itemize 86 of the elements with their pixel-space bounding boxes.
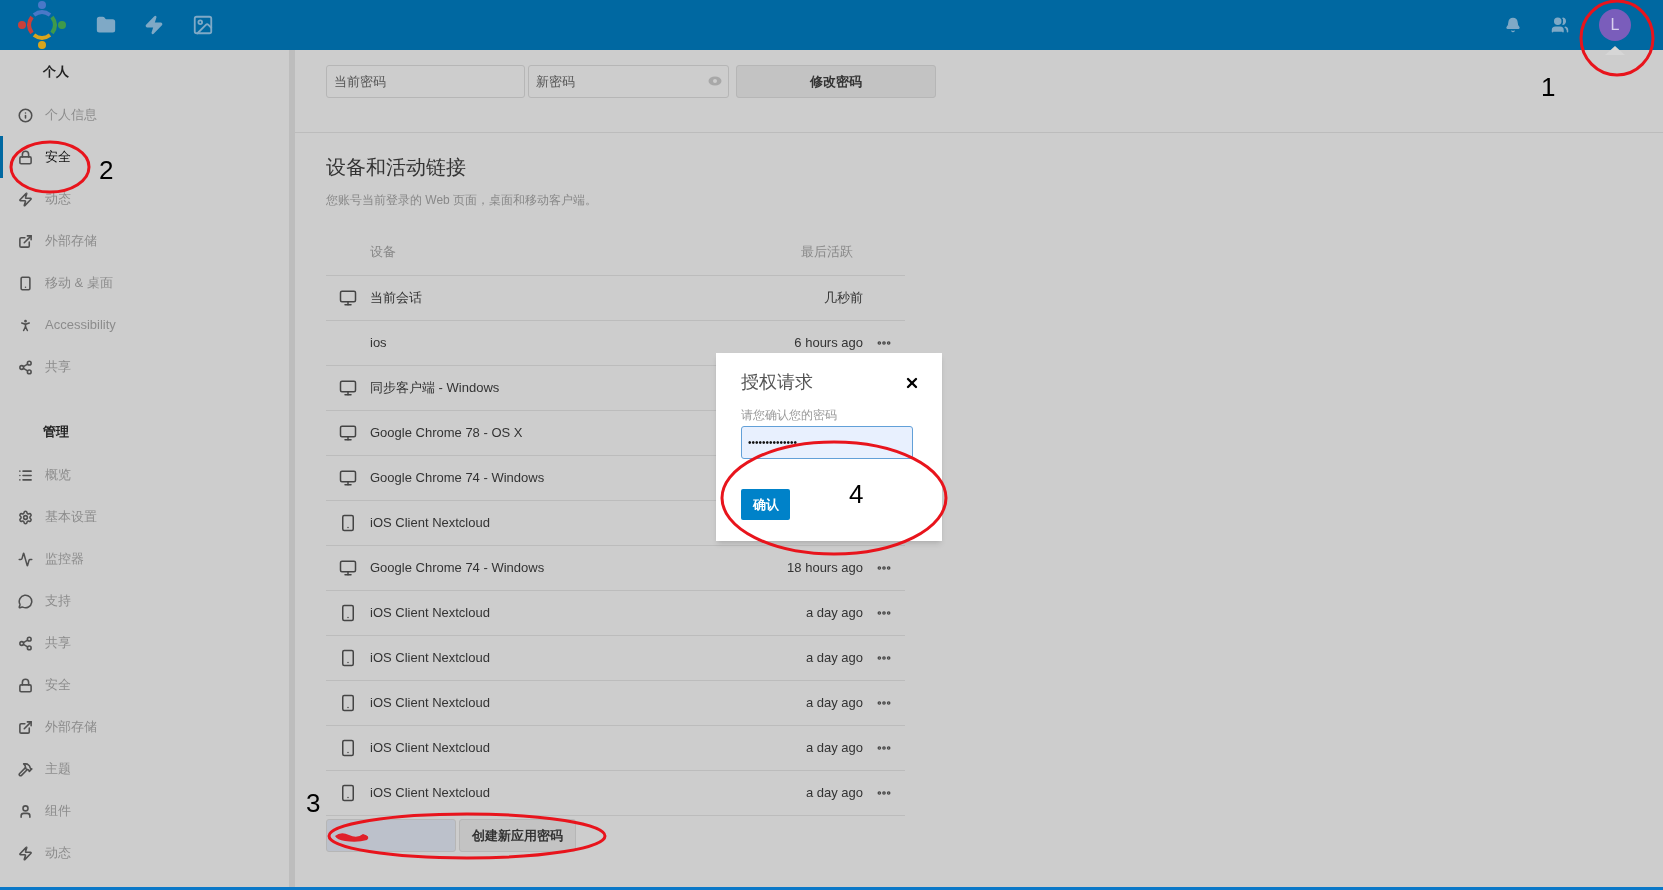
sidebar-item[interactable]: Accessibility	[0, 304, 120, 346]
confirm-button[interactable]: 确认	[741, 489, 790, 520]
column-header: 设备	[370, 243, 396, 262]
lightning-icon	[17, 191, 33, 207]
logo-icon	[18, 1, 66, 49]
annotation-number: 1	[1541, 74, 1556, 100]
phone-icon	[339, 784, 357, 802]
current-password-field[interactable]: 当前密码	[326, 65, 525, 98]
info-icon	[17, 107, 33, 123]
section-description: 您账号当前登录的 Web 页面，桌面和移动客户端。	[326, 192, 599, 209]
pulse-icon	[17, 551, 33, 567]
lock-icon	[17, 677, 33, 693]
dialog-title: 授权请求	[741, 371, 813, 394]
sidebar-item[interactable]: 外部存储	[0, 220, 101, 262]
monitor-icon	[339, 379, 357, 397]
last-active-time: 6 hours ago	[794, 334, 863, 353]
external-link-icon	[17, 719, 33, 735]
phone-icon	[17, 275, 33, 291]
sidebar-item[interactable]: 共享	[0, 346, 75, 388]
sidebar-section-title: 管理	[43, 423, 69, 442]
external-link-icon	[17, 233, 33, 249]
sidebar-item[interactable]: 概览	[0, 454, 75, 496]
monitor-icon	[339, 559, 357, 577]
password-field[interactable]: ••••••••••••••	[741, 426, 913, 459]
change-password-button[interactable]: 修改密码	[736, 65, 936, 98]
annotation-number: 3	[306, 790, 321, 816]
share-icon	[17, 359, 33, 375]
device-name: iOS Client Nextcloud	[370, 739, 490, 758]
last-active-time: 几秒前	[824, 289, 863, 308]
sidebar-item[interactable]: 主题	[0, 748, 75, 790]
sidebar-item[interactable]: 支持	[0, 580, 75, 622]
sidebar-item[interactable]: 动态	[0, 178, 75, 220]
last-active-time: 18 hours ago	[787, 559, 863, 578]
sidebar-item[interactable]: 个人信息	[0, 94, 101, 136]
sidebar-item[interactable]: 安全	[0, 136, 75, 178]
monitor-icon	[339, 424, 357, 442]
sidebar-item[interactable]: 安全	[0, 664, 75, 706]
create-app-password-button[interactable]: 创建新应用密码	[459, 819, 576, 852]
column-header: 最后活跃	[801, 243, 853, 262]
sidebar-item[interactable]: 共享	[0, 622, 75, 664]
phone-icon	[339, 739, 357, 757]
device-name: Google Chrome 74 - Windows	[370, 559, 545, 578]
annotation-number: 4	[849, 481, 864, 507]
phone-icon	[339, 604, 357, 622]
device-name: iOS Client Nextcloud	[370, 694, 490, 713]
monitor-icon	[339, 289, 357, 307]
menu-pointer-icon	[1605, 46, 1625, 55]
user-avatar[interactable]: L	[1599, 9, 1631, 41]
device-name: ios	[370, 334, 387, 353]
device-name: iOS Client Nextcloud	[370, 784, 490, 803]
dialog-label: 请您确认您的密码	[741, 407, 838, 424]
hammer-icon	[17, 761, 33, 777]
sidebar-item[interactable]: 外部存储	[0, 706, 101, 748]
last-active-time: a day ago	[805, 784, 863, 803]
last-active-time: a day ago	[805, 739, 863, 758]
lock-icon	[17, 149, 33, 165]
last-active-time: a day ago	[805, 694, 863, 713]
phone-icon	[339, 514, 357, 532]
user-icon	[17, 803, 33, 819]
device-name: iOS Client Nextcloud	[370, 649, 490, 668]
monitor-icon	[339, 469, 357, 487]
annotation-number: 2	[99, 157, 114, 183]
device-name: iOS Client Nextcloud	[370, 604, 490, 623]
last-active-time: a day ago	[805, 604, 863, 623]
new-password-field[interactable]: 新密码	[528, 65, 729, 98]
sidebar-item[interactable]: 监控器	[0, 538, 88, 580]
sidebar-item[interactable]: 动态	[0, 832, 75, 874]
phone-icon	[339, 649, 357, 667]
settings-icon	[17, 509, 33, 525]
lightning-icon	[17, 845, 33, 861]
app-name-field[interactable]	[326, 819, 456, 852]
section-title: 设备和活动链接	[326, 155, 467, 180]
device-name: Google Chrome 78 - OS X	[370, 424, 523, 443]
device-name: iOS Client Nextcloud	[370, 514, 490, 533]
device-name: 当前会话	[370, 289, 422, 308]
speech-bubble-icon	[17, 593, 33, 609]
last-active-time: a day ago	[805, 649, 863, 668]
sidebar-section-title: 个人	[43, 63, 69, 82]
share-icon	[17, 635, 33, 651]
sidebar-item[interactable]: 基本设置	[0, 496, 101, 538]
device-name: 同步客户端 - Windows	[370, 379, 500, 398]
list-icon	[17, 467, 33, 483]
sidebar-item[interactable]: 组件	[0, 790, 75, 832]
device-name: Google Chrome 74 - Windows	[370, 469, 545, 488]
sidebar-item[interactable]: 移动 & 桌面	[0, 262, 117, 304]
phone-icon	[339, 694, 357, 712]
